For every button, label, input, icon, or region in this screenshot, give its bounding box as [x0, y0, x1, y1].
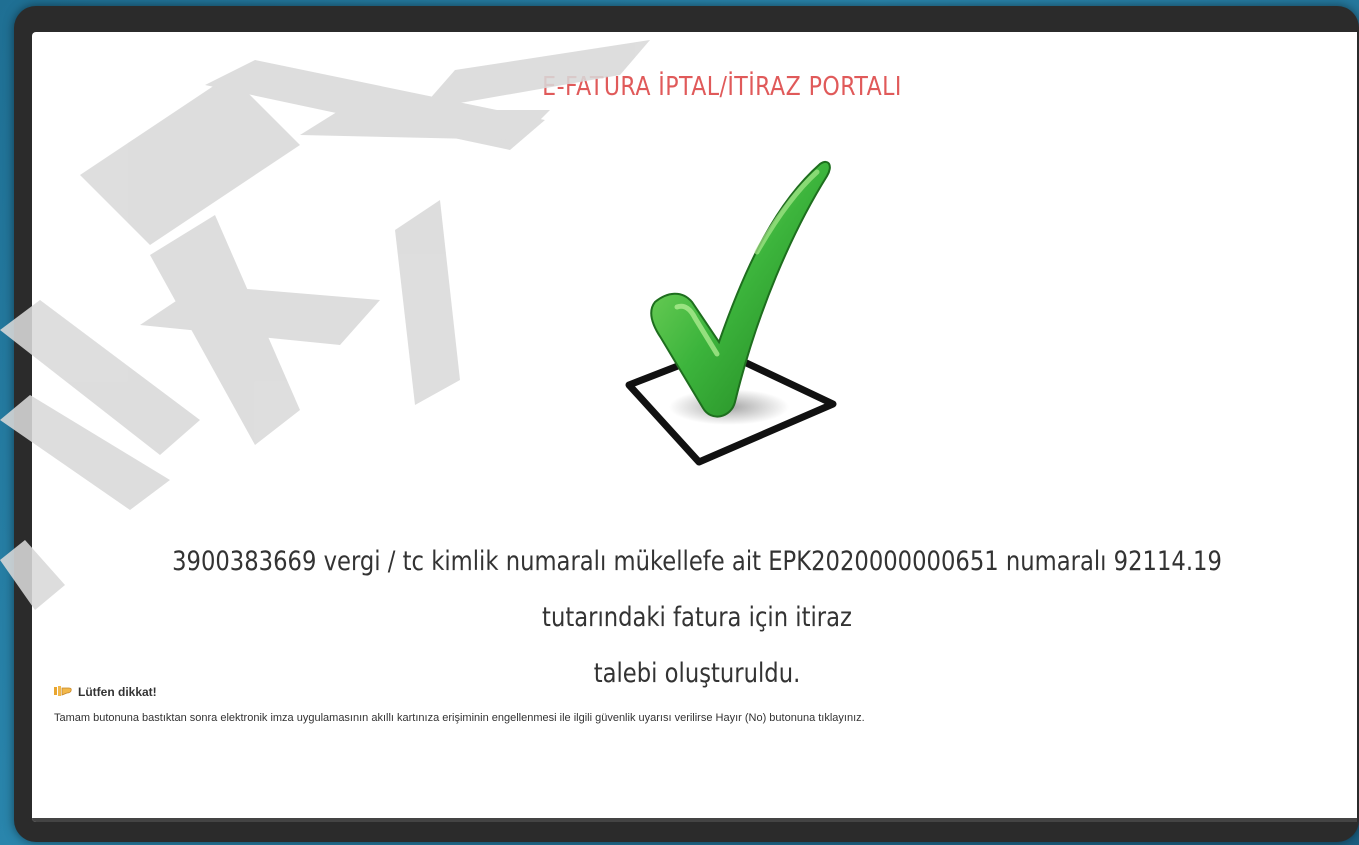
portal-screen: E-FATURA İPTAL/İTİRAZ PORTALI 3900383669…	[32, 32, 1357, 822]
notice-heading: Lütfen dikkat!	[78, 685, 157, 699]
checkmark-checkbox-icon	[607, 142, 837, 472]
result-message-line-1: 3900383669 vergi / tc kimlik numaralı mü…	[172, 546, 1222, 633]
device-frame: E-FATURA İPTAL/İTİRAZ PORTALI 3900383669…	[14, 6, 1359, 842]
notice-body: Tamam butonuna bastıktan sonra elektroni…	[54, 712, 865, 724]
result-message: 3900383669 vergi / tc kimlik numaralı mü…	[147, 534, 1247, 702]
hand-pointer-icon	[54, 684, 72, 701]
notice-section: Lütfen dikkat! Tamam butonuna bastıktan …	[54, 682, 1334, 724]
page-title: E-FATURA İPTAL/İTİRAZ PORTALI	[542, 72, 902, 102]
bottom-divider	[32, 818, 1357, 822]
notice-heading-row: Lütfen dikkat!	[54, 682, 1334, 702]
